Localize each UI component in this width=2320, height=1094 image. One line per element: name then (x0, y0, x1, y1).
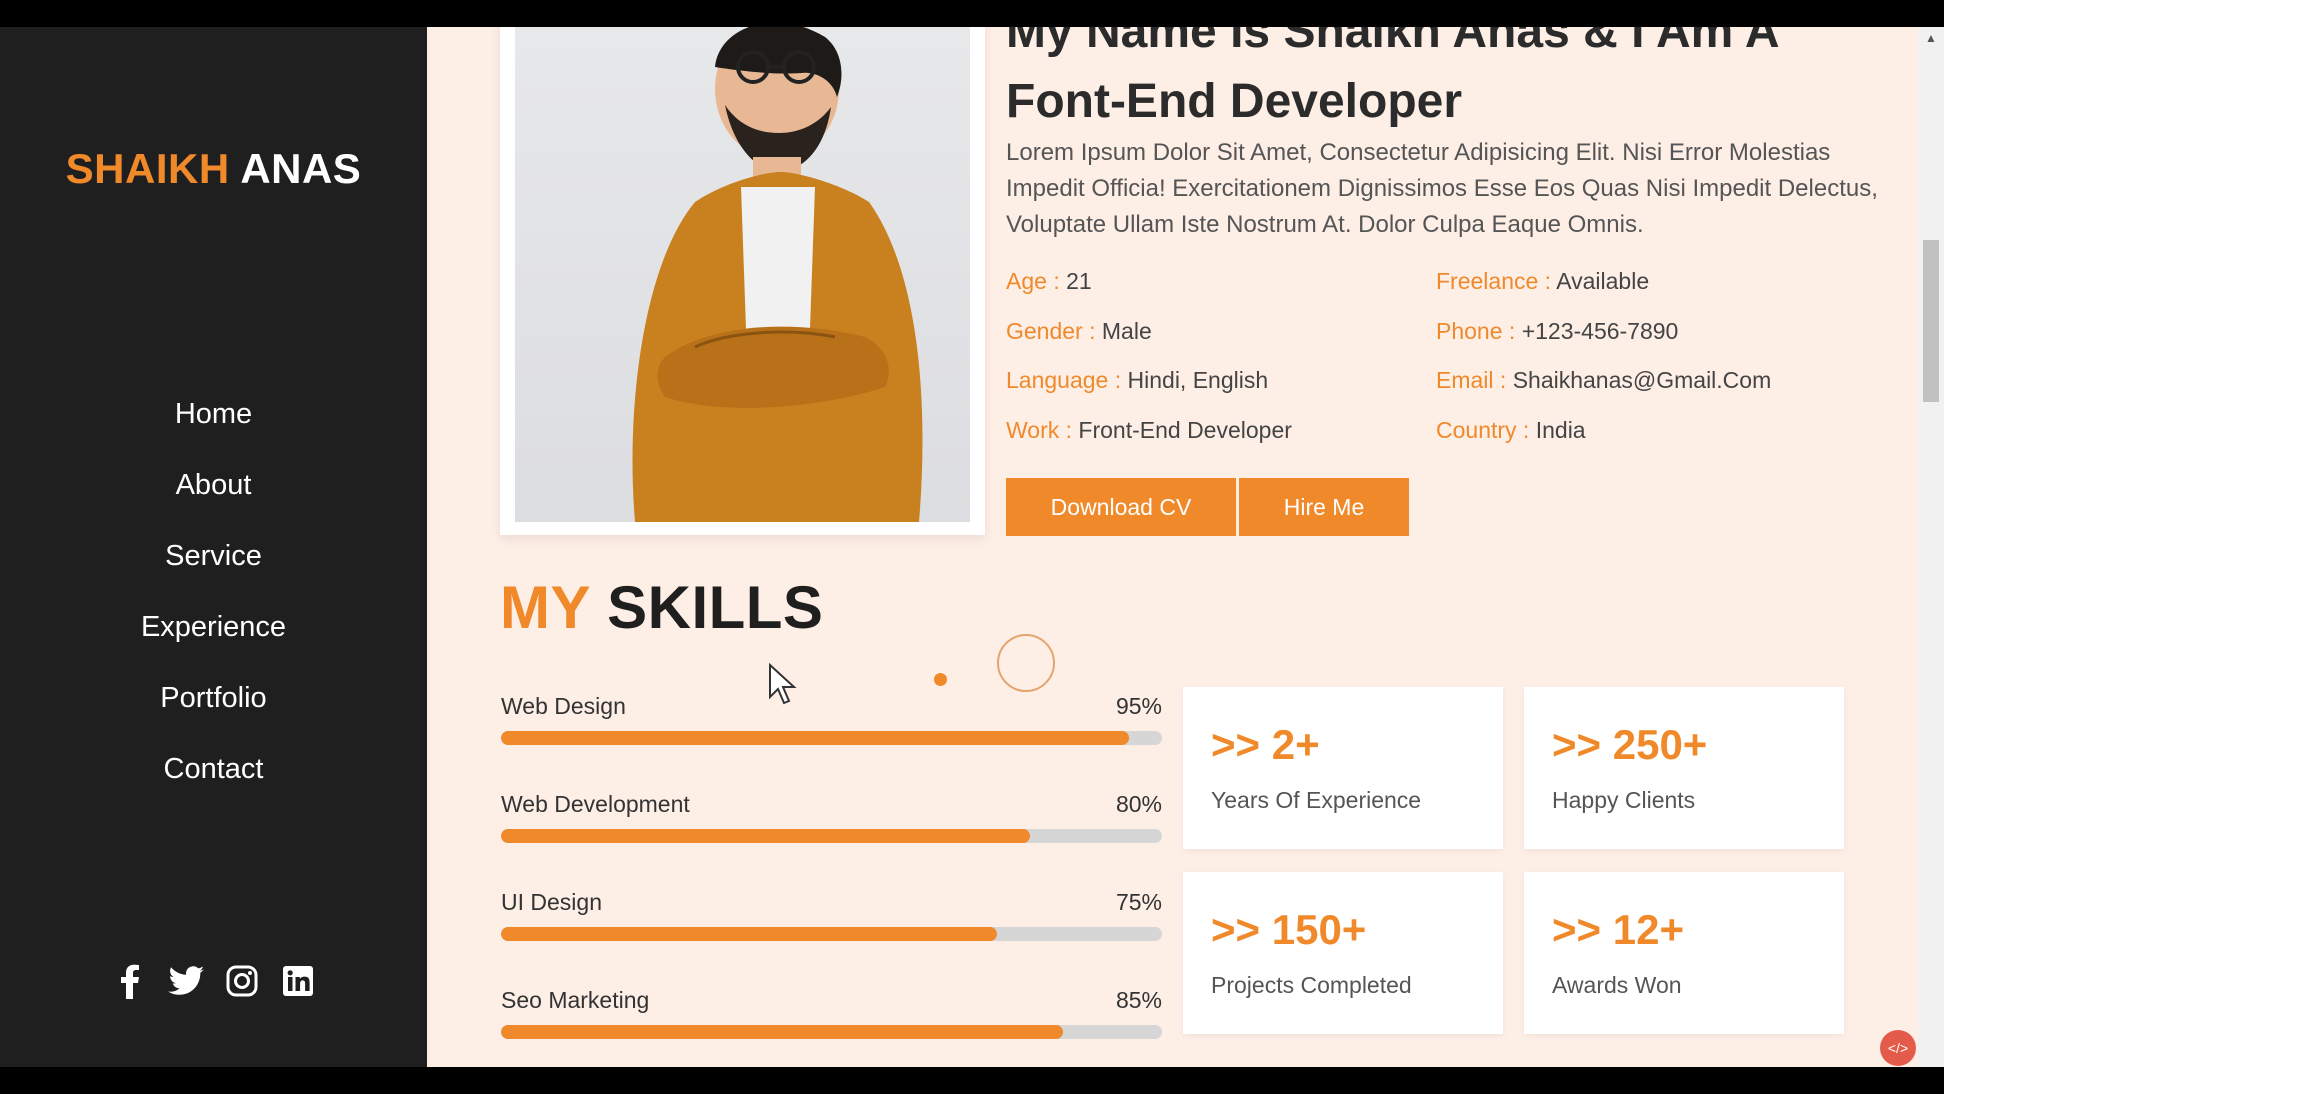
info-value: Front-End Developer (1078, 417, 1292, 443)
skills-title-rest: SKILLS (607, 574, 824, 641)
skill-bar-fill (501, 1025, 1063, 1039)
sidebar: SHAIKH ANAS Home About Service Experienc… (0, 27, 427, 1067)
info-key: Email : (1436, 367, 1507, 393)
stat-label: Happy Clients (1552, 787, 1696, 813)
info-value: 21 (1066, 268, 1092, 294)
skill-bar-track (501, 927, 1162, 941)
download-cv-button[interactable]: Download CV (1006, 478, 1236, 536)
facebook-icon[interactable] (112, 963, 148, 999)
instagram-icon[interactable] (224, 963, 260, 999)
scrollbar[interactable]: ▲ (1918, 27, 1944, 1067)
info-key: Country : (1436, 417, 1530, 443)
nav-home[interactable]: Home (0, 393, 427, 464)
logo-second: ANAS (240, 145, 362, 192)
profile-photo-card (500, 27, 985, 535)
stat-number: >> 2+ (1211, 721, 1320, 768)
stat-card-awards: >> 12+ Awards Won (1524, 872, 1844, 1034)
nav-portfolio[interactable]: Portfolio (0, 677, 427, 748)
code-badge-icon[interactable]: </> (1880, 1030, 1916, 1066)
info-key: Language : (1006, 367, 1122, 393)
skill-percent: 75% (1115, 889, 1162, 915)
info-key: Phone : (1436, 318, 1516, 344)
stat-card-clients: >> 250+ Happy Clients (1524, 687, 1844, 849)
twitter-icon[interactable] (167, 963, 204, 999)
skill-name: UI Design (501, 889, 602, 915)
about-heading: My Name Is Shaikh Anas & I Am A Font-End… (1006, 27, 1886, 137)
custom-cursor-ring (997, 634, 1055, 692)
skill-percent: 85% (1115, 987, 1162, 1013)
logo-first: SHAIKH (65, 145, 230, 192)
skill-bar-fill (501, 927, 997, 941)
skills-title: MY SKILLS (500, 573, 823, 642)
stat-card-projects: >> 150+ Projects Completed (1183, 872, 1503, 1034)
stat-number: >> 150+ (1211, 906, 1367, 953)
custom-cursor-dot (934, 673, 947, 686)
skill-bar-track (501, 731, 1162, 745)
skill-bar-fill (501, 731, 1129, 745)
logo[interactable]: SHAIKH ANAS (0, 145, 427, 193)
page-viewport: SHAIKH ANAS Home About Service Experienc… (0, 27, 1944, 1067)
info-value: India (1535, 417, 1586, 443)
skill-name: Seo Marketing (501, 987, 650, 1013)
linkedin-icon[interactable] (280, 963, 316, 999)
browser-frame: SHAIKH ANAS Home About Service Experienc… (0, 0, 1944, 1094)
nav-experience[interactable]: Experience (0, 606, 427, 677)
info-phone: Phone : +123-456-7890 (1436, 318, 1678, 345)
skill-bar-track (501, 829, 1162, 843)
info-value: Shaikhanas@Gmail.Com (1512, 367, 1772, 393)
stat-number: >> 12+ (1552, 906, 1684, 953)
skill-bar-track (501, 1025, 1162, 1039)
social-links (0, 963, 427, 999)
info-key: Work : (1006, 417, 1073, 443)
skill-percent: 80% (1115, 791, 1162, 817)
hire-me-button[interactable]: Hire Me (1239, 478, 1409, 536)
stat-label: Years Of Experience (1211, 787, 1422, 813)
nav-contact[interactable]: Contact (0, 748, 427, 819)
stat-label: Awards Won (1552, 972, 1682, 998)
info-email: Email : Shaikhanas@Gmail.Com (1436, 367, 1771, 394)
stat-card-experience: >> 2+ Years Of Experience (1183, 687, 1503, 849)
skills-title-accent: MY (500, 574, 590, 641)
stat-label: Projects Completed (1211, 972, 1412, 998)
info-country: Country : India (1436, 417, 1586, 444)
heading-line-2: Font-End Developer (1006, 75, 1463, 128)
info-key: Freelance : (1436, 268, 1552, 294)
nav-menu: Home About Service Experience Portfolio … (0, 393, 427, 819)
info-gender: Gender : Male (1006, 318, 1152, 345)
mouse-pointer-icon (768, 662, 798, 710)
skill-bar-fill (501, 829, 1030, 843)
stat-number: >> 250+ (1552, 721, 1708, 768)
scroll-up-icon[interactable]: ▲ (1925, 31, 1937, 45)
nav-about[interactable]: About (0, 464, 427, 535)
skill-percent: 95% (1115, 693, 1162, 719)
about-description: Lorem Ipsum Dolor Sit Amet, Consectetur … (1006, 139, 1878, 238)
info-age: Age : 21 (1006, 268, 1092, 295)
info-language: Language : Hindi, English (1006, 367, 1268, 394)
info-value: Hindi, English (1127, 367, 1269, 393)
info-value: +123-456-7890 (1521, 318, 1679, 344)
profile-photo (515, 27, 970, 522)
info-key: Gender : (1006, 318, 1096, 344)
info-value: Male (1101, 318, 1152, 344)
info-value: Available (1556, 268, 1650, 294)
heading-line-1: My Name Is Shaikh Anas & I Am A (1006, 27, 1780, 58)
info-key: Age : (1006, 268, 1060, 294)
nav-service[interactable]: Service (0, 535, 427, 606)
scrollbar-thumb[interactable] (1923, 240, 1939, 402)
skill-name: Web Development (501, 791, 690, 817)
skill-name: Web Design (501, 693, 626, 719)
info-freelance: Freelance : Available (1436, 268, 1649, 295)
info-work: Work : Front-End Developer (1006, 417, 1292, 444)
